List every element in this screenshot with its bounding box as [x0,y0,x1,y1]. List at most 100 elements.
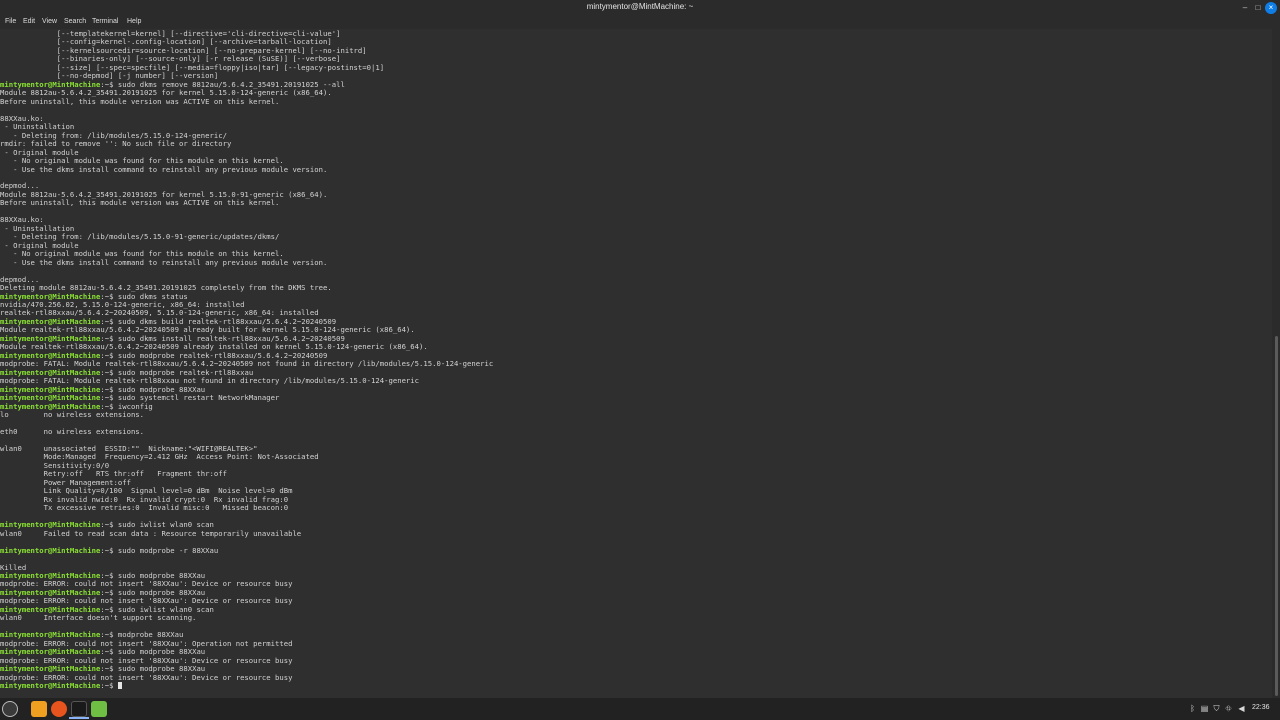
firefox-icon[interactable] [51,701,67,717]
shell-prompt: mintymentor@MintMachine [0,665,101,674]
command-text: sudo modprobe -r 88XXau [117,546,219,555]
shield-icon[interactable]: ⛉ [1212,704,1221,713]
shell-prompt: mintymentor@MintMachine [0,648,101,657]
maximize-button[interactable]: □ [1251,1,1265,15]
terminal-output-line: - Deleting from: /lib/modules/5.15.0-91-… [0,233,1272,241]
terminal-output-line: modprobe: FATAL: Module realtek-rtl88xxa… [0,360,1272,368]
prompt-suffix: :~$ [100,385,118,394]
output-text: - Use the dkms install command to reinst… [0,165,328,174]
menu-help[interactable]: Help [127,18,141,25]
output-text: - Uninstallation [0,123,75,132]
terminal-output-line: Before uninstall, this module version wa… [0,98,1272,106]
terminal-command-line: mintymentor@MintMachine:~$ sudo iwlist w… [0,606,1272,614]
terminal-command-line: mintymentor@MintMachine:~$ iwconfig [0,403,1272,411]
terminal-output-line: modprobe: ERROR: could not insert '88XXa… [0,657,1272,665]
output-text: modprobe: ERROR: could not insert '88XXa… [0,639,293,648]
window-title: mintymentor@MintMachine: ~ [586,2,694,11]
terminal-output-line: Link Quality=0/100 Signal level=0 dBm No… [0,487,1272,495]
command-text: sudo dkms status [117,292,188,301]
output-text: modprobe: ERROR: could not insert '88XXa… [0,656,293,665]
clock[interactable]: 22:36 [1252,704,1270,711]
menu-bar: File Edit View Search Terminal Help [0,17,1280,29]
network-icon[interactable]: ⛗ [1224,704,1233,713]
menu-terminal[interactable]: Terminal [92,18,118,25]
output-text: rmdir: failed to remove '': No such file… [0,140,232,149]
shell-prompt: mintymentor@MintMachine [0,572,101,580]
terminal-output-line: [--binaries-only] [--source-only] [-r re… [0,55,1272,63]
close-button[interactable]: × [1265,2,1277,14]
terminal-command-line: mintymentor@MintMachine:~$ sudo iwlist w… [0,521,1272,529]
command-text: iwconfig [117,402,153,411]
command-text: sudo iwlist wlan0 scan [117,521,214,530]
output-text: depmod... [0,275,40,284]
terminal-command-line: mintymentor@MintMachine:~$ sudo systemct… [0,394,1272,402]
menu-icon[interactable] [2,701,18,717]
terminal-output-line: - Use the dkms install command to reinst… [0,166,1272,174]
output-text: - No original module was found for this … [0,157,284,166]
terminal-output-line: - No original module was found for this … [0,250,1272,258]
output-text: modprobe: ERROR: could not insert '88XXa… [0,580,293,589]
terminal-command-line: mintymentor@MintMachine:~$ sudo dkms rem… [0,81,1272,89]
command-text: sudo modprobe 88XXau [117,572,206,580]
output-text: Rx invalid nwid:0 Rx invalid crypt:0 Rx … [0,495,289,504]
minimize-button[interactable]: – [1238,1,1252,15]
scrollbar-thumb[interactable] [1275,336,1278,696]
prompt-suffix: :~$ [100,605,118,614]
terminal-command-line: mintymentor@MintMachine:~$ sudo dkms ins… [0,335,1272,343]
terminal-command-line: mintymentor@MintMachine:~$ sudo modprobe… [0,352,1272,360]
prompt-suffix: :~$ [100,631,118,640]
terminal-icon[interactable] [71,701,87,717]
terminal-output[interactable]: [--templatekernel=kernel] [--directive='… [0,29,1272,698]
output-text: 88XXau.ko: [0,216,44,225]
command-text: sudo iwlist wlan0 scan [117,605,214,614]
terminal-output-line: wlan0 Interface doesn't support scanning… [0,614,1272,622]
output-text: wlan0 Interface doesn't support scanning… [0,614,197,623]
command-text: sudo dkms install realtek-rtl88xxau/5.6.… [117,334,345,343]
terminal-output-line: modprobe: ERROR: could not insert '88XXa… [0,640,1272,648]
clipboard-icon[interactable]: ▤ [1200,704,1209,713]
output-text: - No original module was found for this … [0,250,284,259]
menu-edit[interactable]: Edit [23,18,35,25]
terminal-output-line: modprobe: ERROR: could not insert '88XXa… [0,597,1272,605]
terminal-output-line: Deleting module 8812au-5.6.4.2_35491.201… [0,284,1272,292]
terminal-command-line: mintymentor@MintMachine:~$ sudo modprobe… [0,648,1272,656]
prompt-suffix: :~$ [100,402,118,411]
mint-update-icon[interactable] [91,701,107,717]
output-text: depmod... [0,182,40,191]
volume-icon[interactable]: ◀ [1237,704,1246,713]
command-text: sudo modprobe realtek-rtl88xxau [117,368,254,377]
command-text: modprobe 88XXau [117,631,184,640]
prompt-suffix: :~$ [100,351,118,360]
output-text: Module realtek-rtl88xxau/5.6.4.2~2024050… [0,343,428,352]
output-text: Module 8812au-5.6.4.2_35491.20191025 for… [0,89,332,98]
command-text: sudo modprobe 88XXau [117,588,206,597]
terminal-output-line: - Uninstallation [0,225,1272,233]
bluetooth-icon[interactable]: ᛒ [1188,704,1197,713]
output-text: eth0 no wireless extensions. [0,428,145,437]
output-text: - Original module [0,148,79,157]
command-text: sudo modprobe 88XXau [117,648,206,657]
output-text: Retry:off RTS thr:off Fragment thr:off [0,470,227,479]
output-text: - Uninstallation [0,224,75,233]
terminal-command-line: mintymentor@MintMachine:~$ sudo modprobe… [0,665,1272,673]
output-text: wlan0 unassociated ESSID:"" Nickname:"<W… [0,444,258,453]
files-icon[interactable] [31,701,47,717]
terminal-output-line: lo no wireless extensions. [0,411,1272,419]
output-text: Link Quality=0/100 Signal level=0 dBm No… [0,487,293,496]
menu-search[interactable]: Search [64,18,86,25]
menu-file[interactable]: File [5,18,16,25]
output-text: modprobe: FATAL: Module realtek-rtl88xxa… [0,360,494,369]
menu-view[interactable]: View [42,18,57,25]
output-text: wlan0 Failed to read scan data : Resourc… [0,529,302,538]
prompt-suffix: :~$ [100,682,118,691]
terminal-output-line: Power Management:off [0,479,1272,487]
shell-prompt: mintymentor@MintMachine [0,394,101,403]
command-text: sudo dkms build realtek-rtl88xxau/5.6.4.… [117,317,337,326]
shell-prompt: mintymentor@MintMachine [0,546,101,555]
window-titlebar[interactable]: mintymentor@MintMachine: ~ – □ × [0,0,1280,17]
prompt-suffix: :~$ [100,648,118,657]
